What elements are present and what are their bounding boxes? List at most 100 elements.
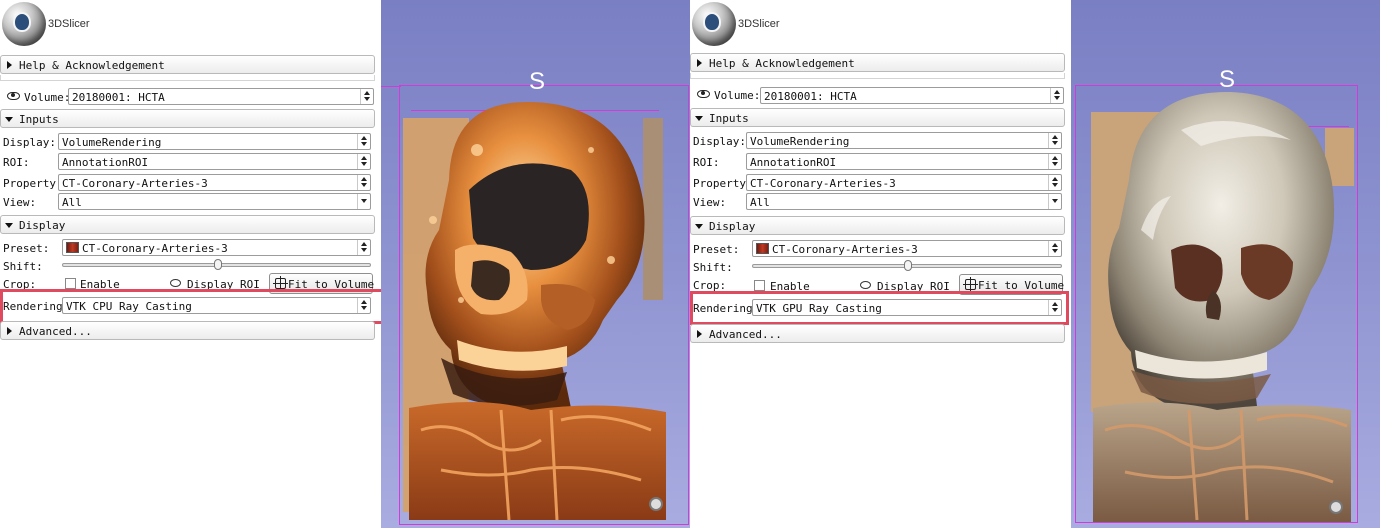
crosshair-icon	[963, 277, 978, 292]
view-value: All	[62, 196, 82, 209]
cpu-comparison: 3DSlicer Help & Acknowledgement Volume: …	[0, 0, 690, 528]
expand-arrow-icon	[697, 59, 702, 67]
combo-arrows-icon	[1048, 154, 1061, 169]
combo-arrows-icon	[357, 134, 370, 149]
display-roi-icon[interactable]	[860, 281, 871, 289]
help-section-label: Help & Acknowledgement	[19, 59, 165, 72]
expand-arrow-icon	[697, 330, 702, 338]
shift-label: Shift:	[3, 260, 43, 273]
crop-enable-checkbox[interactable]	[65, 278, 76, 289]
help-section-header[interactable]: Help & Acknowledgement	[0, 55, 375, 74]
divider	[0, 75, 375, 81]
display-node-selector[interactable]: VolumeRendering	[58, 133, 371, 150]
roi-label: ROI:	[3, 156, 30, 169]
combo-arrows-icon	[1048, 133, 1061, 148]
preset-value: CT-Coronary-Arteries-3	[82, 242, 228, 255]
inputs-section-header[interactable]: Inputs	[0, 109, 375, 128]
inputs-section-label: Inputs	[19, 113, 59, 126]
preset-selector[interactable]: CT-Coronary-Arteries-3	[62, 239, 371, 256]
preset-label: Preset:	[693, 243, 740, 256]
combo-arrows-icon	[357, 154, 370, 169]
property-selector[interactable]: CT-Coronary-Arteries-3	[746, 174, 1062, 191]
property-selector[interactable]: CT-Coronary-Arteries-3	[58, 174, 371, 191]
gpu-comparison: 3DSlicer Help & Acknowledgement Volume: …	[690, 0, 1380, 528]
volume-selector[interactable]: 20180001: HCTA	[760, 87, 1064, 104]
inputs-section-header[interactable]: Inputs	[690, 108, 1065, 127]
roi-selector[interactable]: AnnotationROI	[746, 153, 1062, 170]
shift-slider-handle[interactable]	[214, 259, 222, 270]
logo-text: 3DSlicer	[48, 18, 90, 30]
combo-arrows-icon	[357, 175, 370, 190]
view-orientation-icon[interactable]	[1329, 500, 1343, 514]
display-label: Display:	[693, 135, 746, 148]
eye-icon[interactable]	[697, 90, 710, 98]
roi-value: AnnotationROI	[750, 156, 837, 169]
advanced-section-header[interactable]: Advanced...	[690, 324, 1065, 343]
divider	[690, 73, 1065, 79]
display-node-selector[interactable]: VolumeRendering	[746, 132, 1062, 149]
roi-label: ROI:	[693, 156, 720, 169]
display-roi-icon[interactable]	[170, 279, 181, 287]
chevron-down-icon	[1048, 194, 1061, 209]
module-panel: 3DSlicer Help & Acknowledgement Volume: …	[0, 0, 389, 528]
crosshair-icon	[273, 276, 288, 291]
property-value: CT-Coronary-Arteries-3	[750, 177, 896, 190]
display-section-header[interactable]: Display	[0, 215, 375, 234]
shift-slider-handle[interactable]	[904, 260, 912, 271]
slicer-logo-icon	[2, 2, 46, 46]
preset-selector[interactable]: CT-Coronary-Arteries-3	[752, 240, 1062, 257]
collapse-arrow-icon	[5, 117, 13, 122]
expand-arrow-icon	[7, 61, 12, 69]
preset-label: Preset:	[3, 242, 50, 255]
3d-view[interactable]: S	[1071, 0, 1380, 528]
view-label: View:	[693, 196, 727, 209]
collapse-arrow-icon	[5, 223, 13, 228]
inputs-section-label: Inputs	[709, 112, 749, 125]
shift-label: Shift:	[693, 261, 733, 274]
eye-icon[interactable]	[7, 92, 20, 100]
view-selector[interactable]: All	[746, 193, 1062, 210]
roi-selector[interactable]: AnnotationROI	[58, 153, 371, 170]
slicer-logo: 3DSlicer	[692, 2, 892, 50]
display-section-header[interactable]: Display	[690, 216, 1065, 235]
advanced-section-header[interactable]: Advanced...	[0, 321, 375, 340]
crop-enable-checkbox[interactable]	[754, 280, 765, 291]
preset-swatch-icon	[66, 242, 79, 253]
volume-selector[interactable]: 20180001: HCTA	[68, 88, 374, 105]
property-label: Property:	[693, 177, 753, 190]
help-section-header[interactable]: Help & Acknowledgement	[690, 53, 1065, 72]
volume-rendering-gpu	[1091, 91, 1354, 522]
advanced-section-label: Advanced...	[709, 328, 782, 341]
rendering-highlight-box	[0, 289, 389, 324]
slicer-logo-icon	[692, 2, 736, 46]
preset-value: CT-Coronary-Arteries-3	[772, 243, 918, 256]
preset-swatch-icon	[756, 243, 769, 254]
display-section-label: Display	[709, 220, 756, 233]
property-value: CT-Coronary-Arteries-3	[62, 177, 208, 190]
combo-arrows-icon	[1048, 241, 1061, 256]
3d-view[interactable]: S	[381, 0, 690, 528]
volume-rendering-cpu	[403, 101, 666, 521]
slicer-logo: 3DSlicer	[2, 2, 202, 50]
volume-value: 20180001: HCTA	[72, 91, 165, 104]
advanced-section-label: Advanced...	[19, 325, 92, 338]
roi-value: AnnotationROI	[62, 156, 149, 169]
combo-arrows-icon	[357, 240, 370, 255]
view-orientation-icon[interactable]	[649, 497, 663, 511]
combo-arrows-icon	[1048, 175, 1061, 190]
help-section-label: Help & Acknowledgement	[709, 57, 855, 70]
view-value: All	[750, 196, 770, 209]
volume-label: Volume:	[714, 89, 761, 102]
property-label: Property:	[3, 177, 63, 190]
combo-arrows-icon	[360, 89, 373, 104]
module-panel: 3DSlicer Help & Acknowledgement Volume: …	[690, 0, 1070, 528]
display-node-value: VolumeRendering	[62, 136, 162, 149]
logo-text: 3DSlicer	[738, 18, 780, 30]
collapse-arrow-icon	[695, 224, 703, 229]
expand-arrow-icon	[7, 327, 12, 335]
view-label: View:	[3, 196, 37, 209]
view-selector[interactable]: All	[58, 193, 371, 210]
volume-value: 20180001: HCTA	[764, 90, 857, 103]
display-section-label: Display	[19, 219, 66, 232]
display-node-value: VolumeRendering	[750, 135, 850, 148]
